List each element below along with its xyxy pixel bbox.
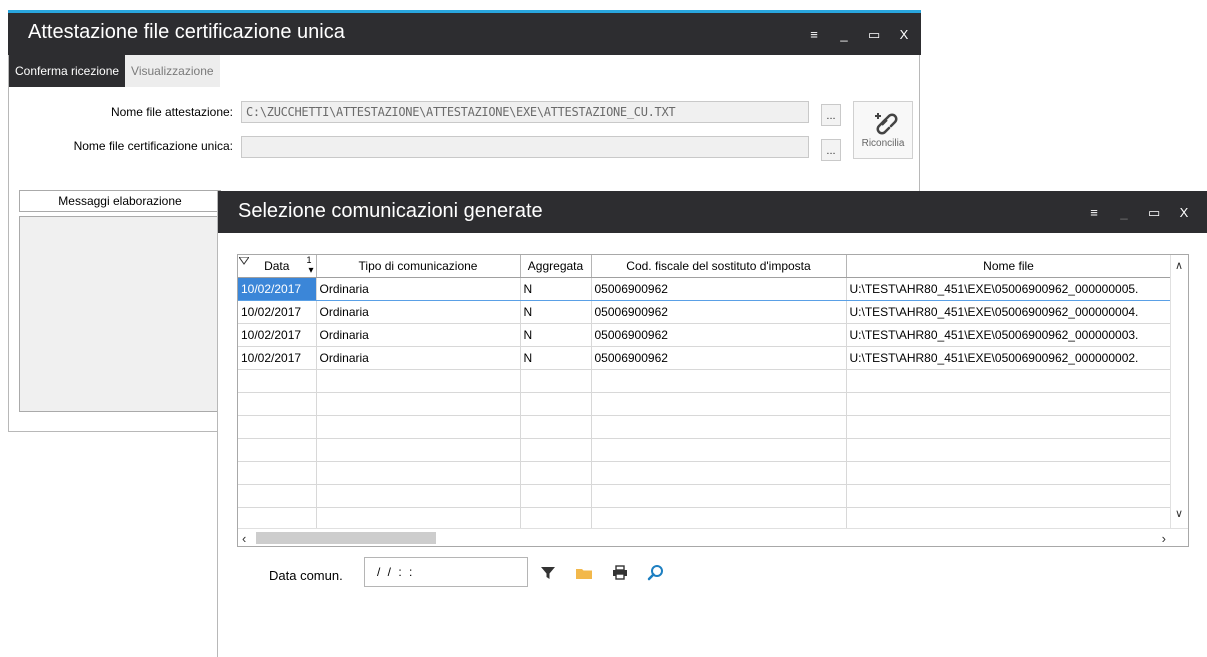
cell-aggregata[interactable]: N (520, 346, 592, 370)
empty-row (238, 438, 1172, 462)
scroll-right-icon[interactable]: › (1162, 531, 1166, 546)
nome-file-attestazione-field[interactable]: C:\ZUCCHETTI\ATTESTAZIONE\ATTESTAZIONE\E… (241, 101, 809, 123)
table-header-row: Data 1 ▾ Tipo di comunicazione Aggregata… (238, 255, 1172, 278)
cell-data[interactable]: 10/02/2017 (238, 323, 317, 347)
empty-row (238, 369, 1172, 393)
vertical-scrollbar[interactable]: ∧ ∨ (1170, 255, 1188, 546)
close-icon[interactable]: X (1178, 206, 1190, 219)
cell-cod-fiscale[interactable]: 05006900962 (591, 323, 847, 347)
riconcilia-button[interactable]: Riconcilia (853, 101, 913, 159)
column-header-label: Data (264, 259, 290, 273)
window-title: Selezione comunicazioni generate (238, 200, 543, 222)
maximize-icon[interactable]: ▭ (1148, 206, 1160, 219)
window-titlebar: Selezione comunicazioni generate ≡ _ ▭ X (218, 191, 1207, 233)
search-icon[interactable] (646, 563, 666, 583)
column-header-data[interactable]: Data 1 ▾ (238, 255, 317, 278)
empty-row (238, 484, 1172, 508)
nome-file-certificazione-field[interactable] (241, 136, 809, 158)
cell-nome-file[interactable]: U:\TEST\AHR80_451\EXE\05006900962_000000… (846, 277, 1172, 301)
cell-tipo[interactable]: Ordinaria (316, 300, 521, 324)
tab-conferma-ricezione[interactable]: Conferma ricezione (9, 55, 126, 87)
cell-nome-file[interactable]: U:\TEST\AHR80_451\EXE\05006900962_000000… (846, 300, 1172, 324)
horizontal-scroll-thumb[interactable] (256, 532, 436, 544)
nome-file-attestazione-label: Nome file attestazione: (110, 105, 233, 119)
comunicazioni-table: Data 1 ▾ Tipo di comunicazione Aggregata… (238, 255, 1172, 531)
window-controls: ≡ _ ▭ X (1088, 191, 1190, 233)
folder-icon[interactable] (574, 563, 594, 583)
cell-nome-file[interactable]: U:\TEST\AHR80_451\EXE\05006900962_000000… (846, 323, 1172, 347)
scroll-left-icon[interactable]: ‹ (242, 531, 246, 546)
column-header-tipo[interactable]: Tipo di comunicazione (316, 255, 521, 278)
cell-aggregata[interactable]: N (520, 300, 592, 324)
print-icon[interactable] (610, 563, 630, 583)
window-titlebar: Attestazione file certificazione unica ≡… (8, 13, 921, 55)
cell-cod-fiscale[interactable]: 05006900962 (591, 277, 847, 301)
browse-certificazione-button[interactable]: ... (821, 139, 841, 161)
minimize-icon[interactable]: _ (1118, 206, 1130, 219)
window-title: Attestazione file certificazione unica (28, 21, 345, 43)
menu-icon[interactable]: ≡ (808, 28, 820, 41)
tab-bar: Conferma ricezione Visualizzazione (9, 55, 220, 87)
menu-icon[interactable]: ≡ (1088, 206, 1100, 219)
browse-attestazione-button[interactable]: ... (821, 104, 841, 126)
column-header-aggregata[interactable]: Aggregata (520, 255, 592, 278)
table-row[interactable]: 10/02/2017 Ordinaria N 05006900962 U:\TE… (238, 277, 1172, 301)
scroll-down-icon[interactable]: ∨ (1175, 507, 1183, 520)
cell-aggregata[interactable]: N (520, 277, 592, 301)
table-row[interactable]: 10/02/2017 Ordinaria N 05006900962 U:\TE… (238, 323, 1172, 347)
empty-row (238, 461, 1172, 485)
sort-down-icon: ▾ (308, 265, 314, 276)
filter-corner-icon (239, 257, 249, 265)
table-row[interactable]: 10/02/2017 Ordinaria N 05006900962 U:\TE… (238, 346, 1172, 370)
maximize-icon[interactable]: ▭ (868, 28, 880, 41)
scroll-up-icon[interactable]: ∧ (1175, 259, 1183, 272)
cell-data[interactable]: 10/02/2017 (238, 277, 317, 301)
messaggi-elaborazione-header: Messaggi elaborazione (19, 190, 221, 212)
cell-cod-fiscale[interactable]: 05006900962 (591, 346, 847, 370)
cell-data[interactable]: 10/02/2017 (238, 346, 317, 370)
cell-tipo[interactable]: Ordinaria (316, 346, 521, 370)
filter-icon[interactable] (538, 563, 558, 583)
empty-row (238, 415, 1172, 439)
cell-nome-file[interactable]: U:\TEST\AHR80_451\EXE\05006900962_000000… (846, 346, 1172, 370)
column-header-cod-fiscale[interactable]: Cod. fiscale del sostituto d'imposta (591, 255, 847, 278)
messaggi-elaborazione-panel (19, 216, 221, 412)
nome-file-certificazione-label: Nome file certificazione unica: (73, 139, 233, 153)
close-icon[interactable]: X (898, 28, 910, 41)
window-controls: ≡ _ ▭ X (808, 13, 910, 55)
cell-aggregata[interactable]: N (520, 323, 592, 347)
empty-row (238, 392, 1172, 416)
riconcilia-label: Riconcilia (861, 138, 905, 149)
cell-tipo[interactable]: Ordinaria (316, 277, 521, 301)
link-icon (875, 113, 898, 135)
tab-visualizzazione[interactable]: Visualizzazione (125, 55, 220, 87)
cell-tipo[interactable]: Ordinaria (316, 323, 521, 347)
selezione-comunicazioni-window: Selezione comunicazioni generate ≡ _ ▭ X… (217, 191, 1207, 657)
data-comun-label: Data comun. (269, 568, 343, 583)
comunicazioni-grid[interactable]: Data 1 ▾ Tipo di comunicazione Aggregata… (237, 254, 1189, 547)
cell-cod-fiscale[interactable]: 05006900962 (591, 300, 847, 324)
sort-order-badge: 1 (306, 255, 312, 265)
table-row[interactable]: 10/02/2017 Ordinaria N 05006900962 U:\TE… (238, 300, 1172, 324)
cell-data[interactable]: 10/02/2017 (238, 300, 317, 324)
minimize-icon[interactable]: _ (838, 28, 850, 41)
column-header-nome-file[interactable]: Nome file (846, 255, 1172, 278)
horizontal-scrollbar[interactable]: ‹ › (238, 528, 1188, 546)
data-comun-input[interactable]: / / : : (364, 557, 528, 587)
